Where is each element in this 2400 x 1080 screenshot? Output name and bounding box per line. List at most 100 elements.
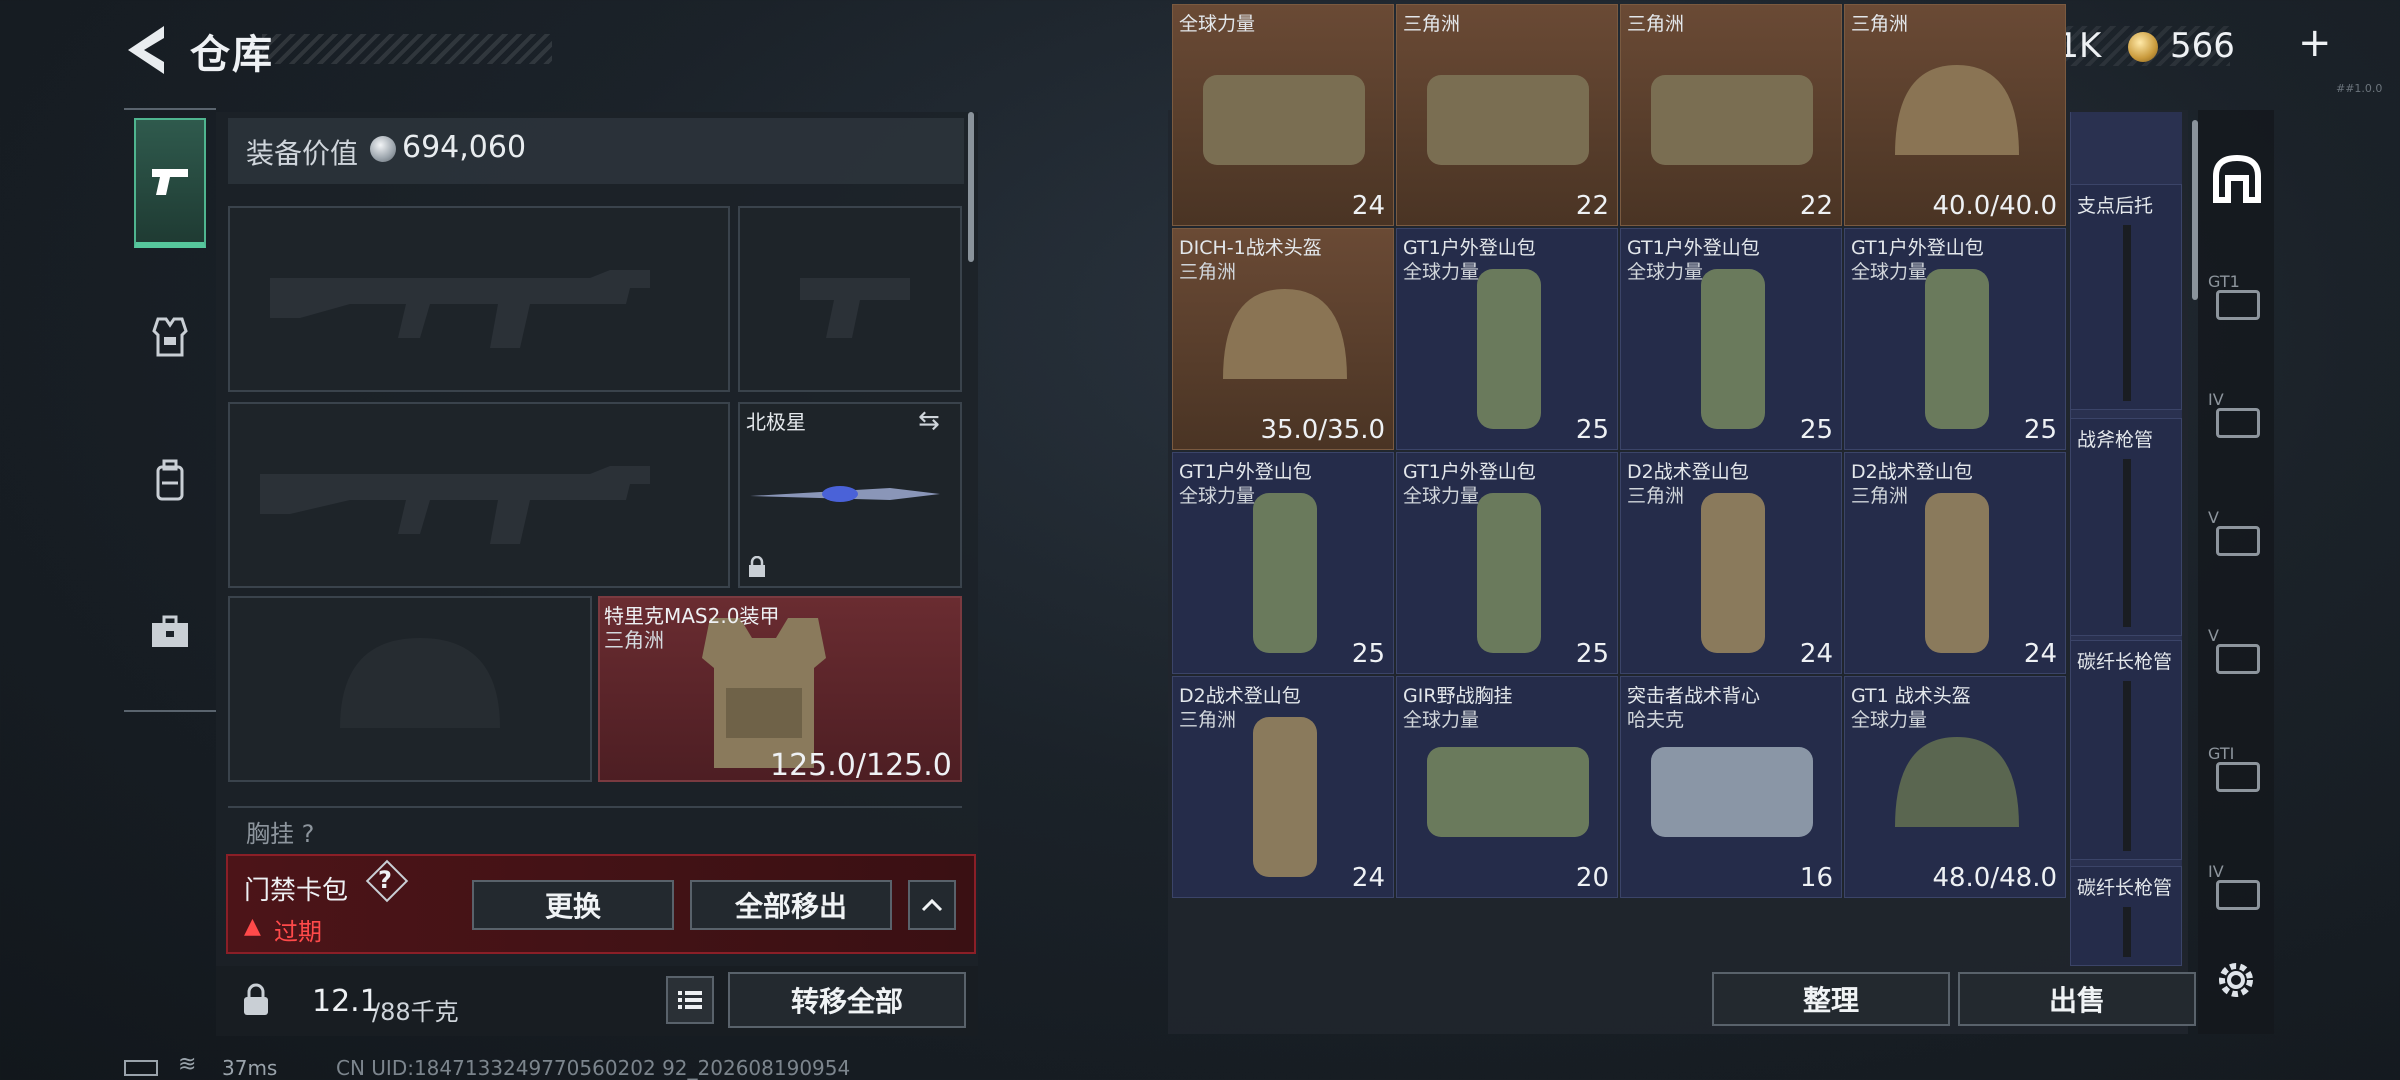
secondary-weapon-slot[interactable] xyxy=(228,402,730,588)
primary-weapon-slot[interactable] xyxy=(228,206,730,392)
attachment-name: 碳纤长枪管 xyxy=(2077,877,2173,899)
item-faction: 全球力量 xyxy=(1851,261,1928,283)
stash-item[interactable]: 突击者战术背心 哈夫克 16 xyxy=(1620,676,1842,898)
chest-rig-slot[interactable] xyxy=(228,806,962,850)
item-name: D2战术登山包 xyxy=(1851,461,1973,483)
rifle-silhouette xyxy=(260,466,650,544)
stash-item[interactable]: 全球力量 24 xyxy=(1172,4,1394,226)
item-value: 22 xyxy=(1799,191,1833,221)
keycard-bag-label: 门禁卡包 xyxy=(244,876,349,906)
item-faction: 三角洲 xyxy=(1627,485,1685,507)
transfer-all-button[interactable]: 转移全部 xyxy=(728,972,966,1028)
remove-all-button[interactable]: 全部移出 xyxy=(690,880,892,930)
melee-name: 北极星 xyxy=(746,410,806,434)
stash-item[interactable]: GT1户外登山包 全球力量 25 xyxy=(1396,228,1618,450)
attachment-name: 支点后托 xyxy=(2077,195,2154,217)
attachment-name: 战斧枪管 xyxy=(2077,429,2154,451)
item-faction: 三角洲 xyxy=(1179,709,1237,731)
back-button[interactable] xyxy=(118,22,168,78)
item-name: 三角洲 xyxy=(1851,13,1909,35)
expand-button[interactable] xyxy=(908,880,956,930)
item-value: 24 xyxy=(1351,863,1385,893)
attachment-image xyxy=(2123,907,2131,957)
stash-attachment-item[interactable]: 战斧枪管 xyxy=(2070,418,2182,636)
pistol-icon xyxy=(152,169,188,195)
stash-item[interactable]: DICH-1战术头盔 三角洲 35.0/35.0 xyxy=(1172,228,1394,450)
stash-item[interactable]: GT1户外登山包 全球力量 25 xyxy=(1844,228,2066,450)
item-name: 全球力量 xyxy=(1179,13,1256,35)
attachment-image xyxy=(2123,225,2131,401)
item-name: GT1户外登山包 xyxy=(1403,237,1536,259)
stash-item[interactable]: 三角洲 22 xyxy=(1620,4,1842,226)
item-value: 35.0/35.0 xyxy=(1260,415,1385,445)
stash-filter-gti-icon[interactable]: GTI xyxy=(2208,744,2266,802)
stash-filter-v-icon[interactable]: V xyxy=(2208,508,2266,566)
sell-button[interactable]: 出售 xyxy=(1958,972,2196,1026)
item-name: GT1 战术头盔 xyxy=(1851,685,1971,707)
item-value: 24 xyxy=(1799,639,1833,669)
item-value: 20 xyxy=(1575,863,1609,893)
uid-label: CN UID:1847133249770560202 92_2026081909… xyxy=(336,1056,851,1080)
item-value: 48.0/48.0 xyxy=(1932,863,2057,893)
category-backpack[interactable] xyxy=(134,416,206,546)
list-view-button[interactable] xyxy=(666,976,714,1024)
sort-button[interactable]: 整理 xyxy=(1712,972,1950,1026)
helmet-slot[interactable] xyxy=(228,596,592,782)
item-name: GT1户外登山包 xyxy=(1851,237,1984,259)
item-faction: 全球力量 xyxy=(1851,709,1928,731)
armor-faction: 三角洲 xyxy=(604,628,664,652)
stash-item[interactable]: D2战术登山包 三角洲 24 xyxy=(1172,676,1394,898)
item-faction: 全球力量 xyxy=(1403,709,1480,731)
stash-item[interactable]: GT1户外登山包 全球力量 25 xyxy=(1172,452,1394,674)
stash-filter-iv-icon[interactable]: IV xyxy=(2208,390,2266,448)
expired-status: 过期 xyxy=(274,918,322,946)
gold-amount: 566 xyxy=(2170,26,2235,66)
silver-coin-icon xyxy=(370,136,396,162)
stash-attachment-item[interactable]: 支点后托 xyxy=(2070,184,2182,410)
weight-lock-icon xyxy=(244,983,268,1015)
stash-item[interactable]: D2战术登山包 三角洲 24 xyxy=(1844,452,2066,674)
stash-item[interactable]: GT1户外登山包 全球力量 25 xyxy=(1620,228,1842,450)
rifle-silhouette xyxy=(270,270,650,348)
stash-attachment-item[interactable]: 碳纤长枪管 xyxy=(2070,866,2182,966)
stash-filter-gt1-icon[interactable]: GT1 xyxy=(2208,272,2266,330)
attachment-image xyxy=(2123,681,2131,851)
stash-filter-v-icon[interactable]: V xyxy=(2208,626,2266,684)
category-armor[interactable] xyxy=(134,272,206,402)
sidearm-slot[interactable] xyxy=(738,206,962,392)
item-name: GT1户外登山包 xyxy=(1627,237,1760,259)
attachment-name: 碳纤长枪管 xyxy=(2077,651,2173,673)
item-name: D2战术登山包 xyxy=(1179,685,1301,707)
loadout-scrollbar[interactable] xyxy=(968,112,974,262)
stash-filter-iv-icon[interactable]: IV xyxy=(2208,862,2266,920)
toolbox-icon xyxy=(152,615,188,647)
settings-gear-icon[interactable] xyxy=(2212,956,2260,1004)
item-value: 22 xyxy=(1575,191,1609,221)
item-faction: 全球力量 xyxy=(1403,261,1480,283)
stash-item[interactable]: GT1户外登山包 全球力量 25 xyxy=(1396,452,1618,674)
item-name: GIR野战胸挂 xyxy=(1403,685,1513,707)
stash-attachment-item[interactable]: 碳纤长枪管 xyxy=(2070,640,2182,860)
replace-button[interactable]: 更换 xyxy=(472,880,674,930)
swap-icon[interactable]: ⇆ xyxy=(918,406,940,436)
battery-icon xyxy=(124,1060,158,1076)
item-faction: 全球力量 xyxy=(1179,485,1256,507)
stash-item[interactable]: GT1 战术头盔 全球力量 48.0/48.0 xyxy=(1844,676,2066,898)
attachment-image xyxy=(2123,459,2131,627)
item-value: 25 xyxy=(1575,415,1609,445)
lock-icon xyxy=(749,556,765,577)
stash-all-filter-icon[interactable] xyxy=(2208,150,2266,208)
item-value: 40.0/40.0 xyxy=(1932,191,2057,221)
item-name: 突击者战术背心 xyxy=(1627,685,1761,707)
category-toolbox[interactable] xyxy=(134,566,206,696)
item-value: 25 xyxy=(1351,639,1385,669)
stash-item[interactable]: 三角洲 40.0/40.0 xyxy=(1844,4,2066,226)
add-currency-button[interactable]: + xyxy=(2298,20,2332,66)
item-faction: 全球力量 xyxy=(1627,261,1704,283)
list-icon xyxy=(678,991,702,1009)
stash-item[interactable]: D2战术登山包 三角洲 24 xyxy=(1620,452,1842,674)
stash-item[interactable]: 三角洲 22 xyxy=(1396,4,1618,226)
stash-item[interactable]: GIR野战胸挂 全球力量 20 xyxy=(1396,676,1618,898)
item-value: 16 xyxy=(1799,863,1833,893)
category-weapons[interactable] xyxy=(134,118,206,248)
